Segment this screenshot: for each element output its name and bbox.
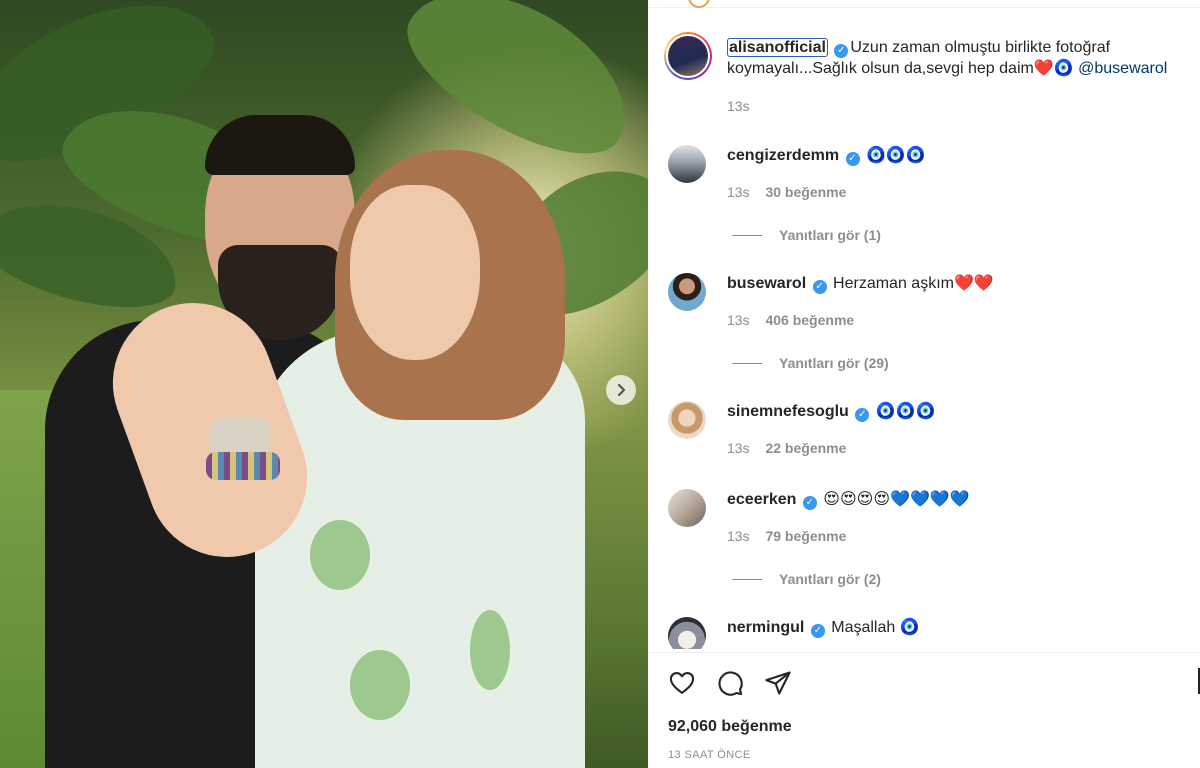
commenter-avatar[interactable] [668,401,706,439]
comment-likes[interactable]: 79 beğenme [765,528,846,544]
replies-label: Yanıtları gör (29) [779,355,889,371]
comment-text: Maşallah 🧿 [831,619,920,636]
replies-label: Yanıtları gör (2) [779,571,881,587]
replies-divider [732,234,762,236]
comment-username[interactable]: sinemnefesoglu [727,403,849,420]
likes-count[interactable]: 92,060 beğenme [668,718,792,736]
post-photo[interactable] [0,0,648,768]
comment-username[interactable]: eceerken [727,491,796,508]
verified-badge-icon: ✓ [810,624,825,638]
verified-badge-icon: ✓ [802,496,817,510]
view-replies-button[interactable]: Yanıtları gör (29) [732,355,889,371]
post-actions-bar: 92,060 beğenme 13 SAAT ÖNCE [648,652,1200,768]
comment-text: 🧿🧿🧿 [875,403,936,420]
view-replies-button[interactable]: Yanıtları gör (1) [732,227,881,243]
comment-text: 🧿🧿🧿 [865,147,926,164]
commenter-avatar[interactable] [668,489,706,527]
chevron-right-icon [617,383,626,397]
comment-time: 13s [727,528,750,544]
verified-badge-icon: ✓ [812,280,827,294]
man-hair [205,115,355,175]
heart-icon [669,672,695,694]
commenter-avatar[interactable] [668,273,706,311]
comment-likes[interactable]: 406 beğenme [765,312,854,328]
replies-label: Yanıtları gör (1) [779,227,881,243]
shirt-pattern [350,650,410,720]
comment-likes[interactable]: 22 beğenme [765,440,846,456]
share-button[interactable] [762,667,794,699]
comment-text: 😍😍😍😍💙💙💙💙 [823,491,970,508]
header-avatar-ring[interactable] [688,0,710,8]
bracelets [206,452,280,480]
shirt-pattern [310,520,370,590]
comment-likes[interactable]: 30 beğenme [765,184,846,200]
verified-badge-icon: ✓ [845,152,860,166]
verified-badge-icon: ✓ [834,44,849,58]
like-button[interactable] [666,667,698,699]
commenter-avatar[interactable] [668,145,706,183]
comment-button[interactable] [714,667,746,699]
post-side-panel: alisanofficial ✓ Uzun zaman olmuştu birli… [648,0,1200,768]
comment-username[interactable]: busewarol [727,275,806,292]
caption-mention[interactable]: @busewarol [1078,60,1167,77]
comment-time: 13s [727,184,750,200]
author-avatar[interactable] [664,32,712,80]
comment-icon [718,671,743,696]
comment-username[interactable]: nermingul [727,619,804,636]
comment-item: nermingul ✓ Maşallah 🧿 [648,617,1200,649]
woman-face [350,185,480,360]
comment-text: Herzaman aşkım❤️❤️ [833,275,994,292]
next-photo-button[interactable] [606,375,636,405]
comment-username[interactable]: cengizerdemm [727,147,839,164]
comment-time: 13s [727,440,750,456]
replies-divider [732,578,762,580]
post-caption: alisanofficial ✓ Uzun zaman olmuştu birli… [727,37,1187,79]
verified-badge-icon: ✓ [855,408,870,422]
commenter-avatar[interactable] [668,617,706,649]
post-time-ago: 13 SAAT ÖNCE [668,749,751,761]
header-divider [648,0,1200,8]
author-username[interactable]: alisanofficial [727,38,828,57]
comment-time: 13s [727,312,750,328]
share-icon [765,671,791,695]
caption-time: 13s [727,98,750,114]
shirt-pattern [470,610,510,690]
view-replies-button[interactable]: Yanıtları gör (2) [732,571,881,587]
replies-divider [732,362,762,364]
